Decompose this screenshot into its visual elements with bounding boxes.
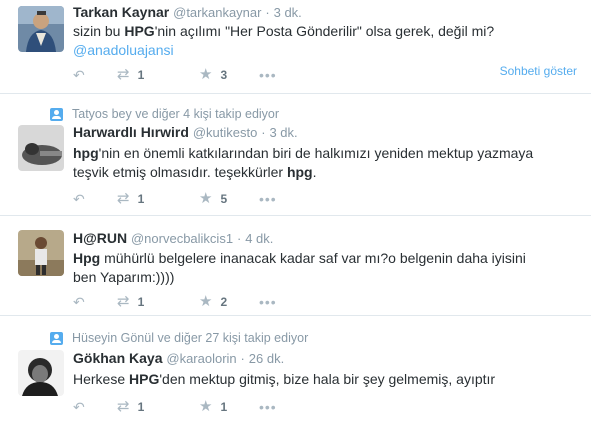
more-icon: ••• xyxy=(259,67,277,83)
star-icon: ★ xyxy=(199,190,213,207)
timestamp[interactable]: 3 dk. xyxy=(274,5,302,20)
avatar[interactable] xyxy=(18,125,64,171)
retweet-icon: ⇄ xyxy=(117,398,130,415)
tweet-text: Hpg mühürlü belgelere inanacak kadar saf… xyxy=(73,250,526,285)
username[interactable]: @karaolorin xyxy=(166,351,236,366)
retweet-button[interactable]: ⇄ 1 xyxy=(117,191,199,207)
separator-dot: · xyxy=(236,231,242,246)
avatar[interactable] xyxy=(18,350,64,396)
reply-icon: ↶ xyxy=(73,399,85,415)
retweet-count: 1 xyxy=(137,400,145,414)
tweet-actions: ↶ ⇄ 1 ★ 2 ••• xyxy=(73,294,289,311)
retweet-count: 1 xyxy=(137,68,145,82)
hashtag-highlight: hpg xyxy=(73,145,99,161)
username[interactable]: @norvecbalikcis1 xyxy=(131,231,233,246)
more-button[interactable]: ••• xyxy=(259,399,289,415)
reply-button[interactable]: ↶ xyxy=(73,294,117,310)
retweet-count: 1 xyxy=(137,295,145,309)
favorite-button[interactable]: ★ 5 xyxy=(199,191,259,207)
favorite-button[interactable]: ★ 1 xyxy=(199,399,259,415)
reply-icon: ↶ xyxy=(73,67,85,83)
favorite-count: 5 xyxy=(220,192,228,206)
fullname[interactable]: Harwardlı Hırwird xyxy=(73,124,189,140)
tweet-header: Gökhan Kaya @karaolorin · 26 dk. xyxy=(73,350,284,366)
hashtag-highlight: Hpg xyxy=(73,250,101,266)
separator-dot: · xyxy=(265,5,270,20)
favorite-count: 1 xyxy=(220,400,228,414)
tweet[interactable]: Hüseyin Gönül ve diğer 27 kişi takip edi… xyxy=(0,316,591,425)
favorite-button[interactable]: ★ 3 xyxy=(199,67,259,83)
tweet[interactable]: Tatyos bey ve diğer 4 kişi takip ediyor … xyxy=(0,94,591,216)
fullname[interactable]: Gökhan Kaya xyxy=(73,350,162,366)
retweet-icon: ⇄ xyxy=(117,293,130,310)
more-button[interactable]: ••• xyxy=(259,67,289,83)
more-button[interactable]: ••• xyxy=(259,191,289,207)
tweet-header: Harwardlı Hırwird @kutikesto · 3 dk. xyxy=(73,124,298,140)
timestamp[interactable]: 26 dk. xyxy=(249,351,284,366)
reply-button[interactable]: ↶ xyxy=(73,191,117,207)
follow-context: Hüseyin Gönül ve diğer 27 kişi takip edi… xyxy=(50,331,308,345)
star-icon: ★ xyxy=(199,398,213,415)
timestamp[interactable]: 4 dk. xyxy=(245,231,273,246)
tweet-text: hpg'nin en önemli katkılarından biri de … xyxy=(73,145,534,180)
reply-icon: ↶ xyxy=(73,294,85,310)
timestamp[interactable]: 3 dk. xyxy=(269,125,297,140)
star-icon: ★ xyxy=(199,66,213,83)
username[interactable]: @kutikesto xyxy=(193,125,258,140)
follow-context-text[interactable]: Hüseyin Gönül ve diğer 27 kişi takip edi… xyxy=(72,331,308,345)
follow-context-text[interactable]: Tatyos bey ve diğer 4 kişi takip ediyor xyxy=(72,107,279,121)
more-icon: ••• xyxy=(259,191,277,207)
reply-button[interactable]: ↶ xyxy=(73,399,117,415)
retweet-count: 1 xyxy=(137,192,145,206)
tweet-text: sizin bu HPG'nin açılımı "Her Posta Gönd… xyxy=(73,23,495,58)
tweet-actions: ↶ ⇄ 1 ★ 3 ••• xyxy=(73,67,289,84)
reply-button[interactable]: ↶ xyxy=(73,67,117,83)
more-button[interactable]: ••• xyxy=(259,294,289,310)
tweet[interactable]: Tarkan Kaynar @tarkankaynar · 3 dk. sizi… xyxy=(0,0,591,94)
hashtag-highlight: hpg xyxy=(286,164,313,180)
tweet-header: Tarkan Kaynar @tarkankaynar · 3 dk. xyxy=(73,4,302,20)
user-icon xyxy=(50,107,63,121)
follow-context: Tatyos bey ve diğer 4 kişi takip ediyor xyxy=(50,107,279,121)
avatar[interactable] xyxy=(18,6,64,52)
star-icon: ★ xyxy=(199,293,213,310)
reply-icon: ↶ xyxy=(73,191,85,207)
tweet[interactable]: H@RUN @norvecbalikcis1 · 4 dk. Hpg mühür… xyxy=(0,216,591,316)
tweet-actions: ↶ ⇄ 1 ★ 1 ••• xyxy=(73,399,289,416)
retweet-icon: ⇄ xyxy=(117,66,130,83)
avatar[interactable] xyxy=(18,230,64,276)
separator-dot: · xyxy=(240,351,245,366)
tweet-header: H@RUN @norvecbalikcis1 · 4 dk. xyxy=(73,230,273,246)
tweet-text: Herkese HPG'den mektup gitmiş, bize hala… xyxy=(73,371,496,387)
retweet-button[interactable]: ⇄ 1 xyxy=(117,67,199,83)
hashtag-highlight: HPG xyxy=(129,371,160,387)
fullname[interactable]: H@RUN xyxy=(73,230,127,246)
favorite-button[interactable]: ★ 2 xyxy=(199,294,259,310)
retweet-icon: ⇄ xyxy=(117,190,130,207)
user-icon xyxy=(50,331,63,345)
retweet-button[interactable]: ⇄ 1 xyxy=(117,294,199,310)
fullname[interactable]: Tarkan Kaynar xyxy=(73,4,169,20)
more-icon: ••• xyxy=(259,294,277,310)
mention-link[interactable]: @anadoluajansi xyxy=(73,42,174,58)
more-icon: ••• xyxy=(259,399,277,415)
retweet-button[interactable]: ⇄ 1 xyxy=(117,399,199,415)
hashtag-highlight: HPG xyxy=(124,23,155,39)
show-conversation-link[interactable]: Sohbeti göster xyxy=(500,64,577,78)
favorite-count: 2 xyxy=(220,295,228,309)
favorite-count: 3 xyxy=(220,68,228,82)
separator-dot: · xyxy=(261,125,266,140)
tweet-actions: ↶ ⇄ 1 ★ 5 ••• xyxy=(73,191,289,208)
username[interactable]: @tarkankaynar xyxy=(173,5,261,20)
